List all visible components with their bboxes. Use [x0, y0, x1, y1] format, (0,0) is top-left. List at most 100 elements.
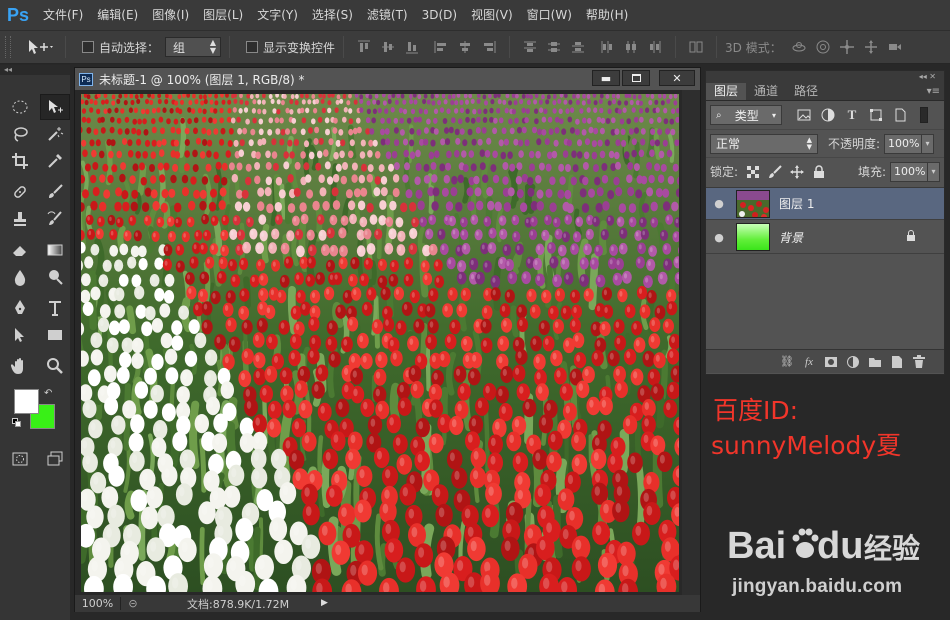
align-top-icon[interactable] [355, 38, 373, 56]
menu-view[interactable]: 视图(V) [464, 0, 520, 30]
image-canvas[interactable] [81, 94, 679, 592]
layer-filter-dropdown[interactable]: ⌕ 类型 ▾ [710, 105, 782, 125]
menu-window[interactable]: 窗口(W) [520, 0, 579, 30]
add-mask-icon[interactable] [820, 353, 842, 371]
new-group-icon[interactable] [864, 353, 886, 371]
layer-row-background[interactable]: ● 背景 [706, 221, 944, 254]
distribute-right-icon[interactable] [646, 38, 664, 56]
auto-select-checkbox[interactable] [82, 41, 94, 53]
adjustment-filter-icon[interactable] [820, 107, 836, 123]
screen-mode-icon[interactable] [40, 446, 70, 472]
move-tool-preset-icon[interactable] [23, 36, 57, 58]
auto-select-dropdown[interactable]: 组 ▲ ▼ [165, 37, 222, 57]
lasso-tool-icon[interactable] [5, 121, 35, 147]
menu-help[interactable]: 帮助(H) [579, 0, 635, 30]
crop-tool-icon[interactable] [5, 148, 35, 174]
opacity-slider-button[interactable]: ▾ [922, 133, 935, 154]
eye-icon[interactable]: ● [706, 231, 732, 244]
document-tab[interactable]: Ps 未标题-1 @ 100% (图层 1, RGB/8) * ▬ ✕ [75, 68, 700, 90]
blend-mode-dropdown[interactable]: 正常 ▲ ▼ [710, 133, 818, 154]
distribute-hcenter-icon[interactable] [622, 38, 640, 56]
distribute-vcenter-icon[interactable] [545, 38, 563, 56]
history-brush-tool-icon[interactable] [40, 206, 70, 232]
auto-align-icon[interactable] [687, 38, 705, 56]
new-adjustment-icon[interactable] [842, 353, 864, 371]
panel-collapse-icon[interactable]: ◂◂ ✕ [706, 71, 944, 83]
align-vcenter-icon[interactable] [379, 38, 397, 56]
zoom-tool-icon[interactable] [40, 353, 70, 379]
3d-roll-icon[interactable] [814, 38, 832, 56]
gradient-tool-icon[interactable] [40, 237, 70, 263]
healing-brush-tool-icon[interactable] [5, 179, 35, 205]
3d-slide-icon[interactable] [862, 38, 880, 56]
menu-type[interactable]: 文字(Y) [250, 0, 305, 30]
layer-name[interactable]: 背景 [779, 229, 803, 246]
zoom-level[interactable]: 100% [75, 597, 121, 610]
panel-menu-icon[interactable]: ▾≡ [927, 83, 940, 100]
status-share-icon[interactable]: ⊝ [125, 597, 141, 610]
type-filter-icon[interactable]: T [844, 107, 860, 123]
magic-wand-tool-icon[interactable] [40, 121, 70, 147]
lock-pixels-icon[interactable] [768, 164, 782, 179]
3d-camera-icon[interactable] [886, 38, 904, 56]
align-right-icon[interactable] [480, 38, 498, 56]
lock-position-icon[interactable] [790, 164, 805, 179]
fill-slider-button[interactable]: ▾ [928, 161, 940, 182]
layer-name[interactable]: 图层 1 [779, 195, 814, 212]
lock-transparent-icon[interactable] [746, 165, 760, 179]
tab-channels[interactable]: 通道 [746, 83, 786, 100]
maximize-button[interactable] [622, 70, 650, 86]
3d-pan-icon[interactable] [838, 38, 856, 56]
blur-tool-icon[interactable] [5, 264, 35, 290]
opacity-input[interactable]: 100% [884, 133, 923, 154]
eyedropper-tool-icon[interactable] [40, 148, 70, 174]
link-layers-icon[interactable]: ⛓ [776, 353, 798, 371]
shape-filter-icon[interactable] [868, 107, 884, 123]
distribute-left-icon[interactable] [598, 38, 616, 56]
type-tool-icon[interactable] [40, 295, 70, 321]
menu-image[interactable]: 图像(I) [145, 0, 196, 30]
layer-style-icon[interactable]: fx [798, 353, 820, 371]
eye-icon[interactable]: ● [706, 197, 732, 210]
menu-3d[interactable]: 3D(D) [415, 0, 464, 30]
tab-paths[interactable]: 路径 [786, 83, 826, 100]
filter-toggle-switch[interactable] [920, 107, 928, 123]
marquee-tool-icon[interactable] [5, 94, 35, 120]
smart-object-filter-icon[interactable] [892, 107, 908, 123]
move-tool-icon[interactable] [40, 94, 70, 120]
clone-stamp-tool-icon[interactable] [5, 206, 35, 232]
brush-tool-icon[interactable] [40, 179, 70, 205]
foreground-color-swatch[interactable] [14, 389, 39, 414]
menu-select[interactable]: 选择(S) [305, 0, 360, 30]
3d-orbit-icon[interactable] [790, 38, 808, 56]
close-button[interactable]: ✕ [659, 70, 695, 86]
menu-edit[interactable]: 编辑(E) [90, 0, 145, 30]
align-left-icon[interactable] [432, 38, 450, 56]
delete-layer-icon[interactable] [908, 353, 930, 371]
app-logo[interactable]: Ps [0, 0, 36, 30]
lock-all-icon[interactable] [812, 164, 826, 179]
vertical-scrollbar[interactable] [682, 90, 700, 597]
default-colors-icon[interactable] [12, 418, 22, 428]
tab-layers[interactable]: 图层 [706, 83, 747, 100]
pixel-filter-icon[interactable] [796, 107, 812, 123]
distribute-bottom-icon[interactable] [569, 38, 587, 56]
menu-filter[interactable]: 滤镜(T) [360, 0, 415, 30]
status-menu-arrow-icon[interactable]: ▶ [321, 598, 328, 608]
new-layer-icon[interactable] [886, 353, 908, 371]
align-hcenter-icon[interactable] [456, 38, 474, 56]
toolbox-collapse-icon[interactable]: ◂◂ [0, 65, 70, 75]
layer-row-layer1[interactable]: ● 图层 1 [706, 187, 944, 220]
quick-mask-icon[interactable] [5, 446, 35, 472]
minimize-button[interactable]: ▬ [592, 70, 620, 86]
rectangle-tool-icon[interactable] [40, 322, 70, 348]
distribute-top-icon[interactable] [521, 38, 539, 56]
align-bottom-icon[interactable] [403, 38, 421, 56]
swap-colors-icon[interactable]: ↶ [44, 388, 52, 399]
fill-input[interactable]: 100% [890, 161, 928, 182]
options-grip[interactable] [5, 36, 11, 58]
menu-file[interactable]: 文件(F) [36, 0, 90, 30]
hand-tool-icon[interactable] [5, 353, 35, 379]
show-transform-checkbox[interactable] [246, 41, 259, 53]
eraser-tool-icon[interactable] [5, 237, 35, 263]
